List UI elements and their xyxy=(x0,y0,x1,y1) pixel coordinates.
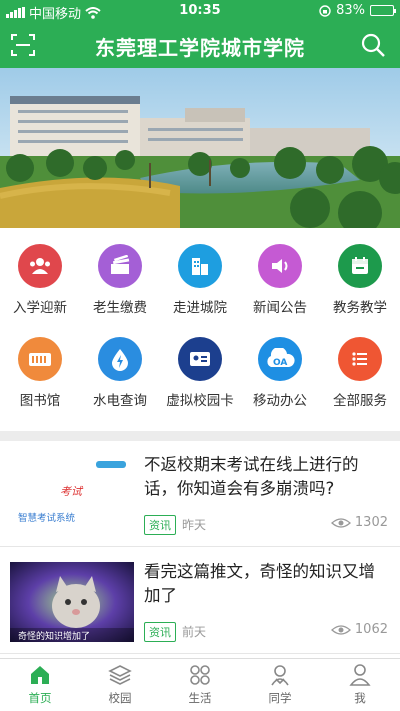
oa-cloud-icon: OA xyxy=(258,337,302,381)
tab-label: 生活 xyxy=(188,691,212,705)
service-library[interactable]: 图书馆 xyxy=(0,337,80,409)
status-bar: 中国移动 10:35 83% xyxy=(0,0,400,22)
svg-text:考试: 考试 xyxy=(60,485,84,498)
service-menu[interactable]: 全部服务 xyxy=(320,337,400,409)
service-label: 全部服务 xyxy=(333,393,387,409)
feed-headline[interactable]: 不返校期末考试在线上进行的话，你知道会有多崩溃吗? xyxy=(144,453,390,501)
thumb-caption: 智慧考试系统 xyxy=(18,512,76,524)
bottom-tab-bar: 首页 校园 生活 同学 我 xyxy=(0,658,400,711)
service-label: 走进城院 xyxy=(173,300,227,316)
classmates-icon xyxy=(268,663,292,687)
service-grid: 入学迎新 老生缴费 走进城院 新闻公告 教务教学图书馆 水电查询 虚拟校园卡 OA 移动办公 全部… xyxy=(0,228,400,431)
tab-layers[interactable]: 校园 xyxy=(80,663,160,706)
feed-item-1[interactable]: 考试 智慧考试系统 不返校期末考试在线上进行的话，你知道会有多崩溃吗? 资讯 昨… xyxy=(0,441,400,547)
tab-label: 校园 xyxy=(108,691,132,705)
feed-thumbnail: 奇怪的知识增加了 xyxy=(10,562,134,642)
feed-tag: 资讯 xyxy=(144,622,176,642)
status-right: 83% xyxy=(319,3,396,18)
service-label: 移动办公 xyxy=(253,393,307,409)
tab-classmates[interactable]: 同学 xyxy=(240,663,320,706)
service-calendar[interactable]: 教务教学 xyxy=(320,244,400,316)
feed-time: 昨天 xyxy=(182,518,207,532)
app-header: 东莞理工学院城市学院 xyxy=(0,22,400,68)
id-card-icon xyxy=(178,337,222,381)
library-icon xyxy=(18,337,62,381)
service-label: 入学迎新 xyxy=(13,300,67,316)
campus-banner[interactable] xyxy=(0,68,400,228)
speaker-icon xyxy=(258,244,302,288)
feed-tag: 资讯 xyxy=(144,515,176,535)
service-label: 图书馆 xyxy=(19,393,61,409)
service-building[interactable]: 走进城院 xyxy=(160,244,240,316)
thumb-caption: 奇怪的知识增加了 xyxy=(18,630,90,642)
search-icon[interactable] xyxy=(360,32,386,58)
service-money[interactable]: 老生缴费 xyxy=(80,244,160,316)
tab-person[interactable]: 我 xyxy=(320,663,400,706)
building-icon xyxy=(178,244,222,288)
feed-headline[interactable]: 看完这篇推文，奇怪的知识又增加了 xyxy=(144,560,390,608)
tab-home[interactable]: 首页 xyxy=(0,663,80,706)
service-users[interactable]: 入学迎新 xyxy=(0,244,80,316)
service-label: 老生缴费 xyxy=(93,300,147,316)
section-divider xyxy=(0,431,400,441)
eye-icon xyxy=(330,517,351,528)
svg-text:OA: OA xyxy=(273,358,287,368)
service-label: 教务教学 xyxy=(333,300,387,316)
menu-icon xyxy=(338,337,382,381)
tab-grid[interactable]: 生活 xyxy=(160,663,240,706)
views-count: 1062 xyxy=(354,622,388,637)
layers-icon xyxy=(108,663,132,687)
service-id-card[interactable]: 虚拟校园卡 xyxy=(160,337,240,409)
service-oa-cloud[interactable]: OA 移动办公 xyxy=(240,337,320,409)
page-title: 东莞理工学院城市学院 xyxy=(95,36,305,60)
calendar-icon xyxy=(338,244,382,288)
grid-icon xyxy=(188,663,212,687)
service-utility[interactable]: 水电查询 xyxy=(80,337,160,409)
service-label: 虚拟校园卡 xyxy=(166,393,234,409)
feed-views: 1302 xyxy=(330,515,388,530)
person-icon xyxy=(348,663,372,687)
service-label: 新闻公告 xyxy=(253,300,307,316)
service-speaker[interactable]: 新闻公告 xyxy=(240,244,320,316)
battery-percent: 83% xyxy=(336,3,365,18)
campus-photo xyxy=(0,68,400,228)
users-icon xyxy=(18,244,62,288)
eye-icon xyxy=(330,624,351,635)
utility-icon xyxy=(98,337,142,381)
money-icon xyxy=(98,244,142,288)
views-count: 1302 xyxy=(354,515,388,530)
feed-time: 前天 xyxy=(182,625,207,639)
battery-icon xyxy=(370,5,396,16)
tab-label: 同学 xyxy=(268,691,292,705)
tab-label: 我 xyxy=(354,691,366,705)
rotation-lock-icon xyxy=(319,4,331,17)
news-feed: 考试 智慧考试系统 不返校期末考试在线上进行的话，你知道会有多崩溃吗? 资讯 昨… xyxy=(0,441,400,658)
feed-views: 1062 xyxy=(330,622,388,637)
feed-item-2[interactable]: 奇怪的知识增加了 看完这篇推文，奇怪的知识又增加了 资讯 前天 1062 xyxy=(0,548,400,654)
service-label: 水电查询 xyxy=(93,393,147,409)
home-icon xyxy=(28,663,52,687)
tab-label: 首页 xyxy=(28,691,52,705)
feed-thumbnail: 考试 智慧考试系统 xyxy=(10,455,134,535)
